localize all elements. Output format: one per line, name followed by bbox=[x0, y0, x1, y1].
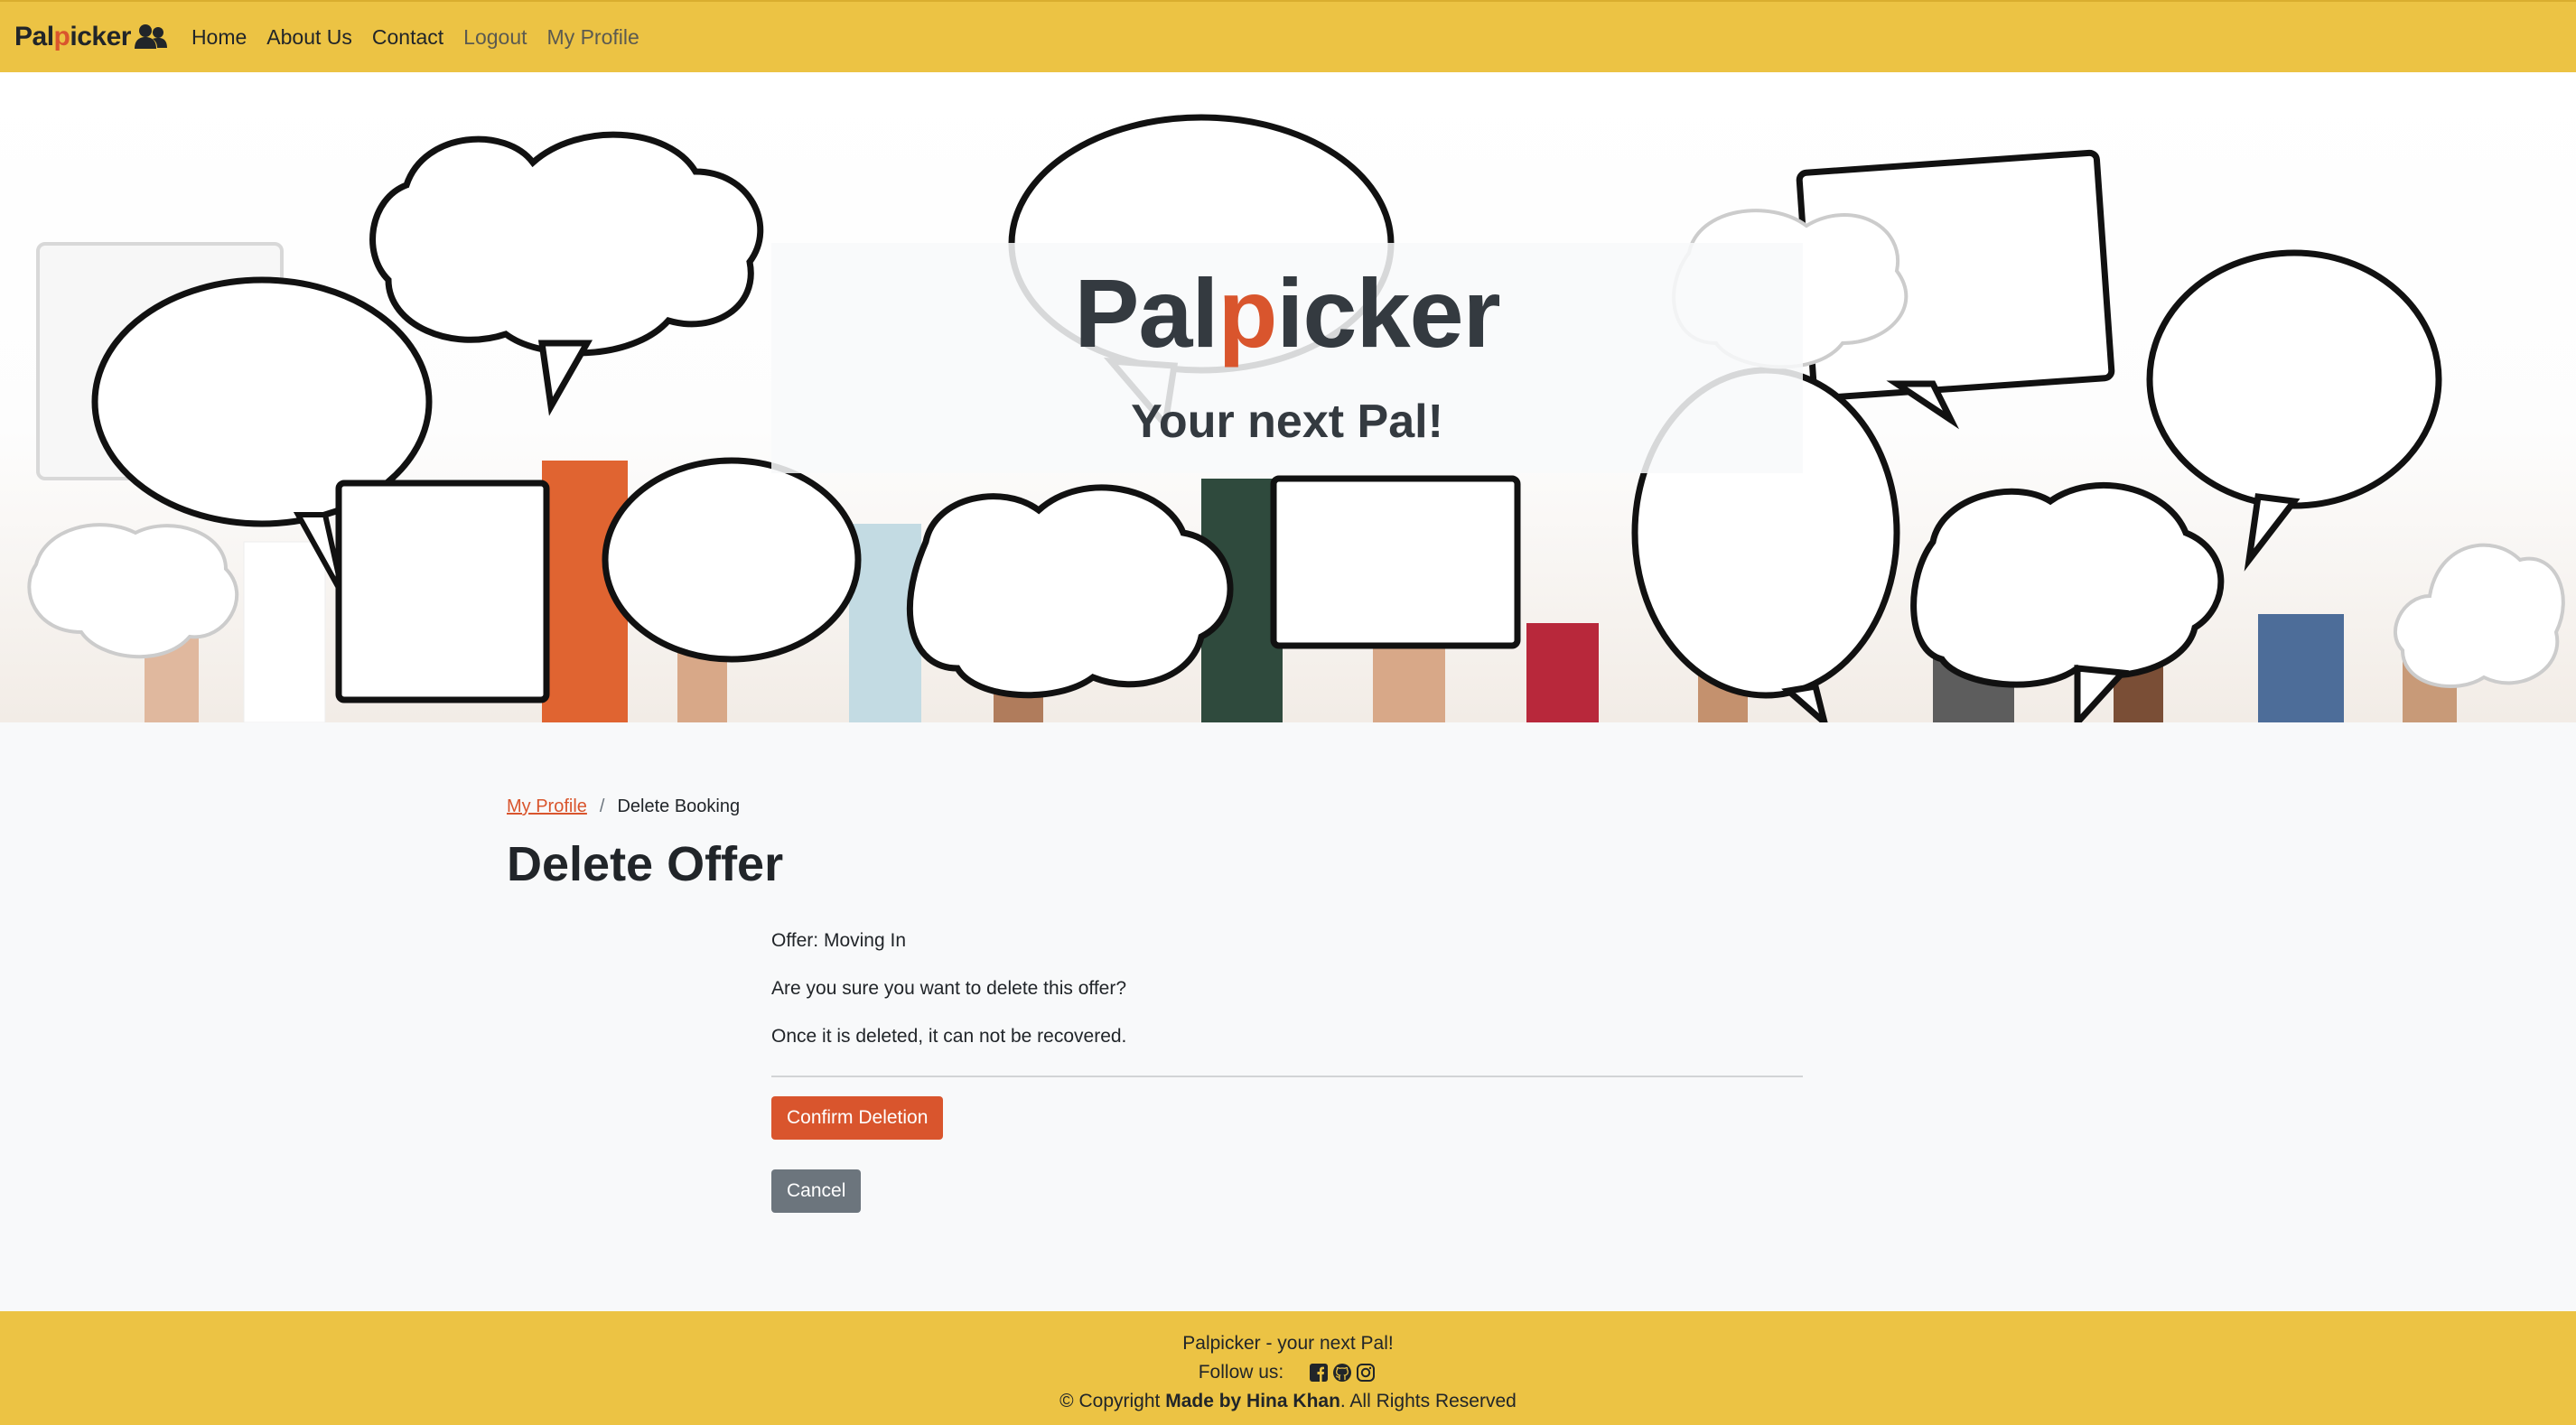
hero-panel: Palpicker Your next Pal! bbox=[771, 243, 1803, 473]
footer-follow: Follow us: bbox=[0, 1362, 2576, 1383]
nav-home[interactable]: Home bbox=[191, 25, 247, 50]
breadcrumb: My Profile / Delete Booking bbox=[507, 796, 740, 817]
social-links bbox=[1307, 1363, 1377, 1383]
navbar: Palpicker Home About Us Contact Logout M… bbox=[0, 0, 2576, 72]
footer-tagline: Palpicker - your next Pal! bbox=[1182, 1333, 1394, 1354]
facebook-icon[interactable] bbox=[1309, 1363, 1329, 1383]
delete-confirmation: Offer: Moving In Are you sure you want t… bbox=[771, 930, 1803, 1048]
hero-title: Palpicker bbox=[1074, 258, 1500, 368]
breadcrumb-my-profile-link[interactable]: My Profile bbox=[507, 796, 587, 817]
copyright-author: Made by Hina Khan bbox=[1165, 1391, 1340, 1411]
brand-name: Palpicker bbox=[14, 22, 131, 51]
warning-text: Once it is deleted, it can not be recove… bbox=[771, 1026, 1127, 1047]
footer: Palpicker - your next Pal! Follow us: © … bbox=[0, 1311, 2576, 1425]
confirm-deletion-button[interactable]: Confirm Deletion bbox=[771, 1096, 944, 1140]
page-title: Delete Offer bbox=[507, 837, 784, 891]
hero-subtitle: Your next Pal! bbox=[1131, 396, 1443, 448]
nav-about-us[interactable]: About Us bbox=[266, 25, 352, 50]
nav-contact[interactable]: Contact bbox=[372, 25, 443, 50]
cancel-button[interactable]: Cancel bbox=[771, 1169, 862, 1213]
breadcrumb-current: Delete Booking bbox=[617, 796, 741, 816]
main-content: My Profile / Delete Booking Delete Offer… bbox=[0, 722, 2576, 1311]
footer-copyright: © Copyright Made by Hina Khan. All Right… bbox=[1059, 1391, 1517, 1411]
hero-banner: Palpicker Your next Pal! bbox=[0, 72, 2576, 722]
divider bbox=[771, 1076, 1803, 1077]
follow-label: Follow us: bbox=[1198, 1362, 1284, 1383]
instagram-icon[interactable] bbox=[1356, 1363, 1376, 1383]
brand-logo[interactable]: Palpicker bbox=[14, 10, 169, 64]
users-icon bbox=[133, 22, 169, 52]
breadcrumb-separator: / bbox=[599, 796, 605, 816]
offer-name: Offer: Moving In bbox=[771, 930, 907, 951]
confirm-question: Are you sure you want to delete this off… bbox=[771, 978, 1127, 999]
nav-links: Home About Us Contact Logout My Profile bbox=[182, 25, 649, 50]
nav-logout[interactable]: Logout bbox=[463, 25, 527, 50]
github-icon[interactable] bbox=[1332, 1363, 1352, 1383]
nav-my-profile[interactable]: My Profile bbox=[547, 25, 639, 50]
